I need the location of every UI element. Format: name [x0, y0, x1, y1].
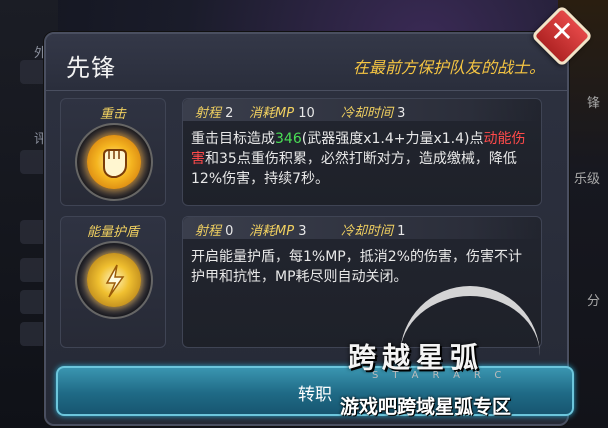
skill-name: 能量护盾 [86, 225, 139, 240]
watermark: 游戏吧跨域星弧专区 [340, 396, 512, 418]
skill-icon-card[interactable]: 重击 [60, 98, 166, 206]
energy-shield-icon [87, 253, 141, 307]
skill-name: 重击 [99, 107, 126, 122]
skill-icon-frame [75, 241, 153, 319]
panel-header: 先锋 在最前方保护队友的战士。 [46, 34, 567, 91]
skill-cooldown: 冷却时间 3 [341, 106, 406, 121]
damage-value: 346 [275, 131, 302, 147]
close-icon[interactable]: ✕ [548, 16, 576, 48]
skill-stats-bar: 射程 0 消耗MP 3 冷却时间 1 [183, 217, 541, 239]
class-description: 在最前方保护队友的战士。 [352, 58, 545, 77]
game-logo-subtitle: STARARC [372, 370, 516, 381]
skill-stats-bar: 射程 2 消耗MP 10 冷却时间 3 [183, 99, 541, 121]
skill-range: 射程 0 [195, 224, 234, 239]
sidebar-label-right-2: 乐级 [573, 172, 600, 187]
class-name: 先锋 [66, 54, 116, 82]
skill-mp-cost: 消耗MP 10 [249, 106, 315, 121]
sidebar-label-right-1: 锋 [586, 96, 600, 111]
skill-icon-card[interactable]: 能量护盾 [60, 216, 166, 348]
skill-mp-cost: 消耗MP 3 [249, 224, 307, 239]
sidebar-label-right-3: 分 [586, 294, 600, 309]
skill-description: 开启能量护盾，每1%MP，抵消2%的伤害，伤害不计护甲和抗性，MP耗尽则自动关闭… [191, 249, 522, 285]
fist-icon [87, 135, 141, 189]
skill-range: 射程 2 [195, 106, 234, 121]
skill-detail-card: 射程 2 消耗MP 10 冷却时间 3 重击目标造成346(武器强度x1.4+力… [182, 98, 542, 206]
skill-description: 重击目标造成346(武器强度x1.4+力量x1.4)点动能伤害和35点重伤积累，… [191, 131, 526, 187]
skill-cooldown: 冷却时间 1 [341, 224, 406, 239]
skill-icon-frame [75, 123, 153, 201]
